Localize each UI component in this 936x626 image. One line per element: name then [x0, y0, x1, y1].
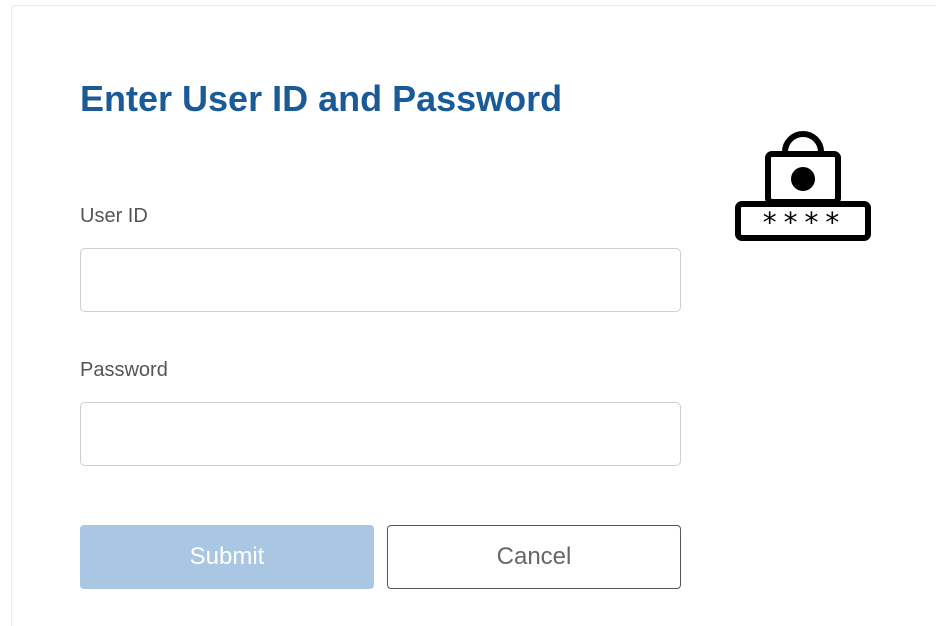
page-title: Enter User ID and Password [80, 78, 563, 119]
login-page: Enter User ID and Password **** User ID … [0, 0, 936, 626]
password-input[interactable] [80, 402, 681, 466]
userid-label: User ID [80, 205, 148, 227]
lock-password-icon: **** [735, 131, 871, 241]
password-label: Password [80, 359, 168, 381]
password-mask-text: **** [761, 206, 844, 239]
userid-input[interactable] [80, 248, 681, 312]
submit-button[interactable]: Submit [80, 525, 374, 589]
cancel-button[interactable]: Cancel [387, 525, 681, 589]
